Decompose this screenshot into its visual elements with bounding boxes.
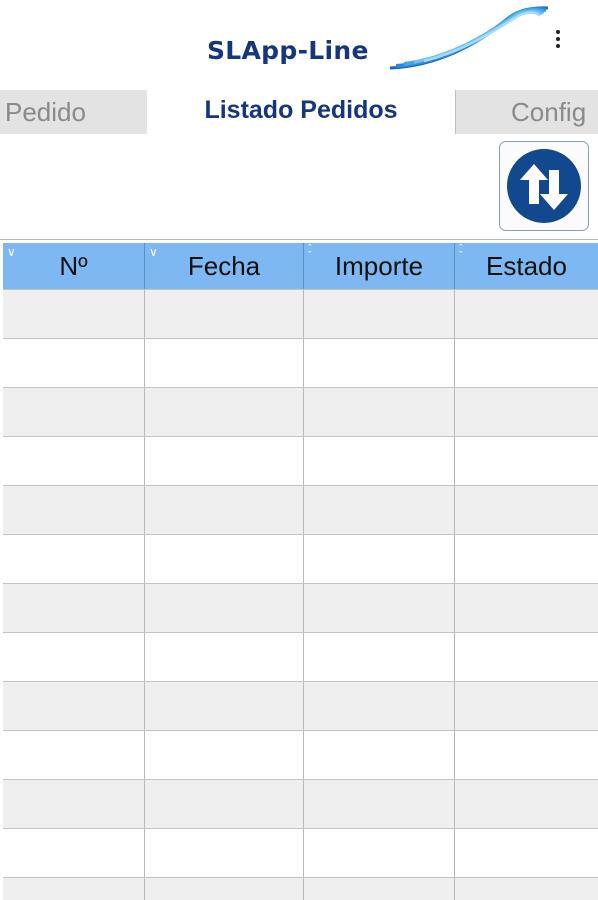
table-cell [3, 829, 145, 877]
table-cell [3, 731, 145, 779]
table-cell [3, 486, 145, 534]
table-cell [304, 535, 455, 583]
sort-button[interactable] [499, 141, 589, 231]
table-cell [3, 682, 145, 730]
table-cell [145, 584, 304, 632]
table-cell [145, 878, 304, 900]
table-cell [455, 290, 598, 338]
overflow-menu-icon[interactable] [548, 26, 568, 52]
table-cell [3, 290, 145, 338]
table-row[interactable] [3, 436, 598, 485]
tab-config[interactable]: Config [455, 90, 598, 134]
column-label: Importe [334, 250, 424, 281]
sort-both-icon: ˆˇ [308, 243, 312, 262]
table-cell [304, 388, 455, 436]
table-body [3, 289, 598, 900]
table-cell [145, 633, 304, 681]
table-row[interactable] [3, 338, 598, 387]
table-cell [304, 682, 455, 730]
table-row[interactable] [3, 877, 598, 900]
sort-up-down-icon [507, 149, 581, 223]
table-cell [145, 339, 304, 387]
table-cell [145, 780, 304, 828]
sort-desc-icon: ∨ [7, 245, 16, 259]
table-cell [3, 388, 145, 436]
table-cell [304, 339, 455, 387]
table-cell [304, 878, 455, 900]
table-cell [145, 486, 304, 534]
table-cell [304, 633, 455, 681]
table-cell [3, 535, 145, 583]
column-label: Fecha [187, 250, 261, 281]
table-row[interactable] [3, 632, 598, 681]
orders-table: ∨ Nº ∨ Fecha ˆˇ Importe ˆˇ Estado [3, 243, 598, 900]
table-row[interactable] [3, 779, 598, 828]
table-cell [3, 339, 145, 387]
table-cell [304, 829, 455, 877]
column-header-fecha[interactable]: ∨ Fecha [145, 243, 304, 289]
table-cell [145, 682, 304, 730]
table-cell [145, 535, 304, 583]
tab-listado-pedidos[interactable]: Listado Pedidos [147, 86, 455, 134]
table-cell [304, 584, 455, 632]
table-cell [304, 731, 455, 779]
table-cell [145, 437, 304, 485]
table-cell [455, 829, 598, 877]
table-cell [455, 780, 598, 828]
table-cell [145, 290, 304, 338]
table-cell [3, 780, 145, 828]
table-cell [304, 486, 455, 534]
table-cell [145, 829, 304, 877]
column-header-numero[interactable]: ∨ Nº [3, 243, 145, 289]
table-cell [455, 682, 598, 730]
sort-both-icon: ˆˇ [459, 243, 463, 262]
table-cell [3, 878, 145, 900]
table-cell [455, 633, 598, 681]
table-cell [455, 584, 598, 632]
table-cell [3, 437, 145, 485]
table-cell [304, 290, 455, 338]
tab-pedido[interactable]: Pedido [0, 90, 147, 134]
table-row[interactable] [3, 681, 598, 730]
table-row[interactable] [3, 485, 598, 534]
table-cell [3, 633, 145, 681]
column-label: Nº [59, 250, 88, 281]
table-cell [455, 437, 598, 485]
table-row[interactable] [3, 730, 598, 779]
table-cell [455, 878, 598, 900]
tab-bar: Pedido Listado Pedidos Config [0, 86, 598, 134]
table-cell [455, 535, 598, 583]
table-cell [145, 731, 304, 779]
table-header: ∨ Nº ∨ Fecha ˆˇ Importe ˆˇ Estado [3, 243, 598, 289]
table-cell [455, 731, 598, 779]
table-cell [304, 780, 455, 828]
table-cell [455, 339, 598, 387]
column-header-estado[interactable]: ˆˇ Estado [455, 243, 598, 289]
table-cell [455, 486, 598, 534]
column-header-importe[interactable]: ˆˇ Importe [304, 243, 455, 289]
app-header: SLApp-Line [0, 0, 598, 86]
sort-desc-icon: ∨ [149, 245, 158, 259]
table-row[interactable] [3, 828, 598, 877]
table-cell [455, 388, 598, 436]
table-cell [3, 584, 145, 632]
table-row[interactable] [3, 583, 598, 632]
swoosh-logo-icon [389, 6, 549, 70]
table-cell [145, 388, 304, 436]
table-cell [304, 437, 455, 485]
app-title: SLApp-Line [207, 36, 369, 65]
table-row[interactable] [3, 387, 598, 436]
toolbar [0, 134, 598, 240]
table-row[interactable] [3, 289, 598, 338]
column-label: Estado [486, 250, 567, 281]
table-row[interactable] [3, 534, 598, 583]
